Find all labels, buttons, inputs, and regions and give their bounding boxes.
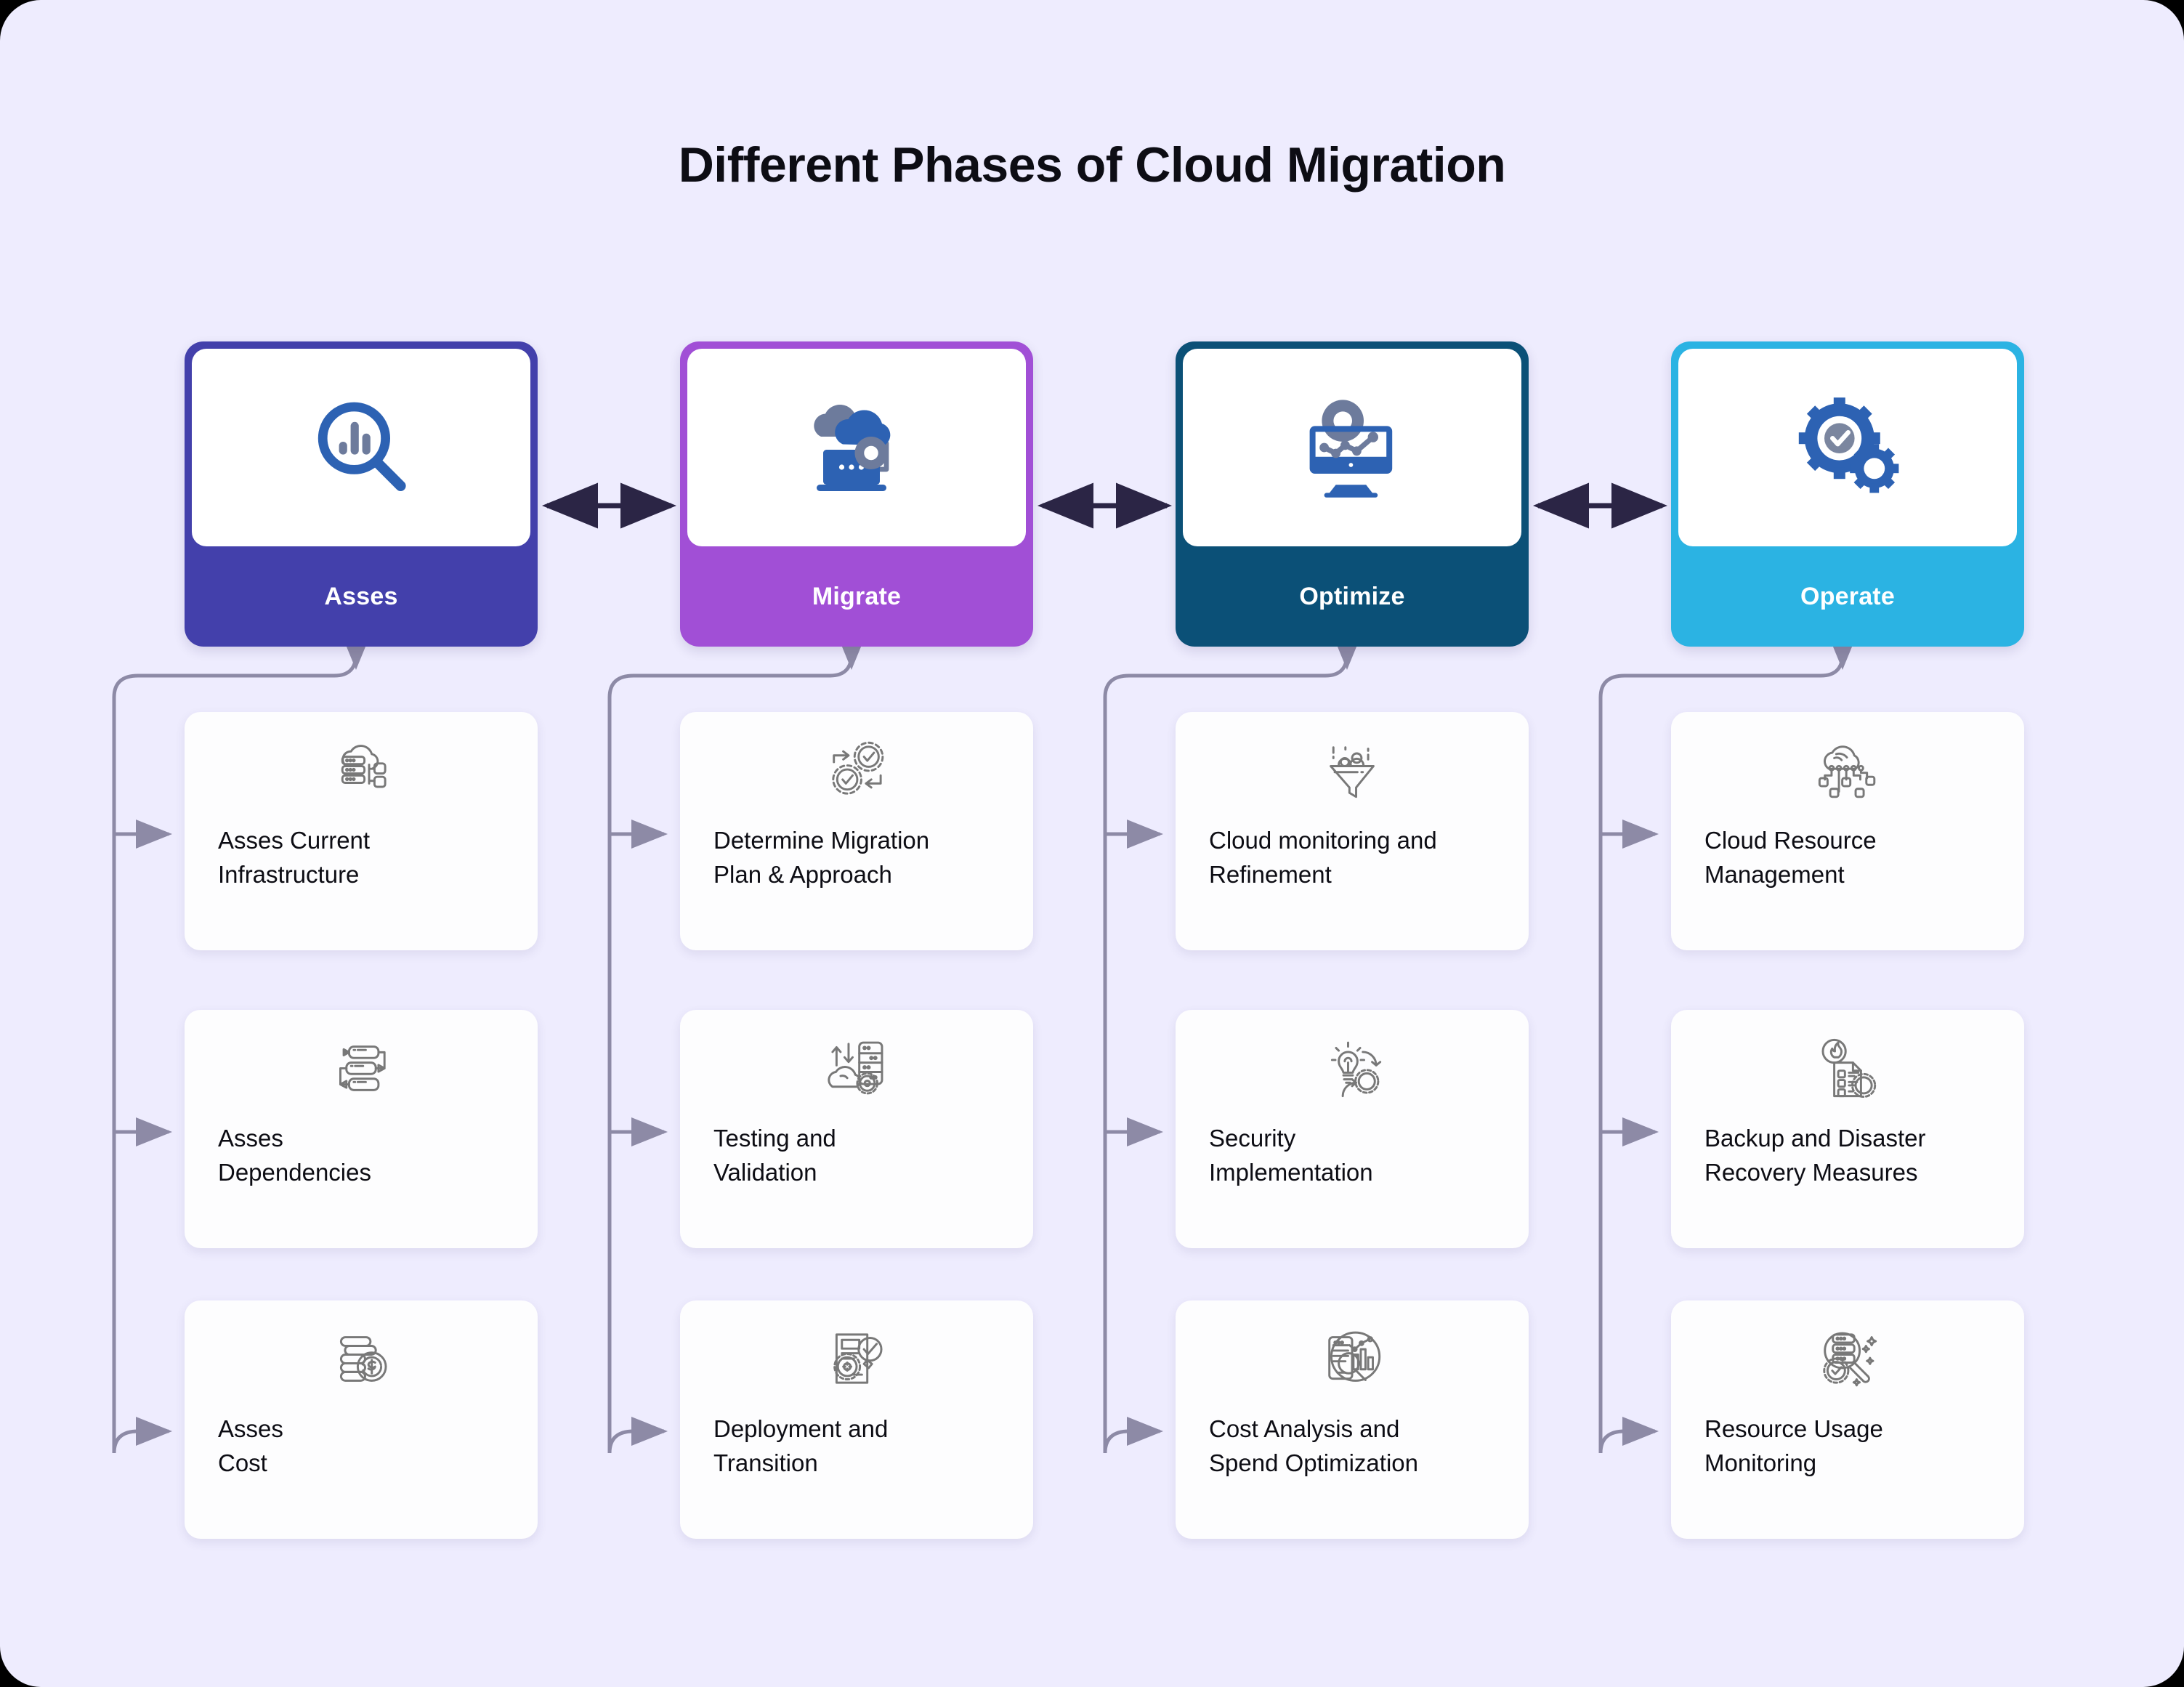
coins-dollar-icon [328, 1324, 395, 1393]
phase-icon-panel [192, 349, 530, 546]
infographic-page: Different Phases of Cloud Migration Asse… [0, 0, 2184, 1687]
step-card[interactable]: Deployment and Transition [680, 1300, 1033, 1539]
step-card[interactable]: Asses Cost [185, 1300, 538, 1539]
cloud-server-infrastructure-icon [328, 735, 395, 805]
phase-icon-panel [1678, 349, 2017, 546]
step-card[interactable]: Resource Usage Monitoring [1671, 1300, 2024, 1539]
document-gear-magnifier-check-icon [823, 1324, 890, 1393]
lightbulb-gear-cycle-icon [1319, 1033, 1386, 1103]
phase-card-optimize[interactable]: Optimize [1176, 341, 1529, 647]
phase-label: Operate [1800, 582, 1895, 610]
dependency-flow-icon [328, 1033, 395, 1103]
step-label: Resource Usage Monitoring [1704, 1415, 1883, 1476]
server-magnifier-badge-icon [1814, 1324, 1881, 1393]
step-label: Asses Cost [218, 1415, 283, 1476]
phase-label: Migrate [812, 582, 902, 610]
monitor-chart-gear-icon [1294, 389, 1410, 506]
phase-icon-panel [687, 349, 1026, 546]
funnel-filter-icon [1319, 735, 1386, 805]
magnifier-bar-chart-icon [303, 389, 419, 506]
step-card[interactable]: Asses Dependencies [185, 1010, 538, 1248]
step-card[interactable]: Backup and Disaster Recovery Measures [1671, 1010, 2024, 1248]
step-card[interactable]: Cloud monitoring and Refinement [1176, 712, 1529, 950]
phase-column-migrate: Migrate Determine Migration Plan & Appro… [680, 341, 1033, 1539]
phase-card-asses[interactable]: Asses [185, 341, 538, 647]
step-label: Deployment and Transition [713, 1415, 889, 1476]
gears-check-arrows-icon [823, 735, 890, 805]
gears-check-badge-icon [1789, 389, 1906, 506]
step-card[interactable]: Testing and Validation [680, 1010, 1033, 1248]
step-card[interactable]: Cost Analysis and Spend Optimization [1176, 1300, 1529, 1539]
step-card[interactable]: Cloud Resource Management [1671, 712, 2024, 950]
phase-card-operate[interactable]: Operate [1671, 341, 2024, 647]
step-card[interactable]: Determine Migration Plan & Approach [680, 712, 1033, 950]
cloud-network-nodes-icon [1814, 735, 1881, 805]
phase-column-asses: Asses Asses Current Infrastructure Asses… [185, 341, 538, 1539]
cloud-laptop-gear-icon [797, 389, 917, 506]
step-card[interactable]: Asses Current Infrastructure [185, 712, 538, 950]
step-label: Cloud monitoring and Refinement [1209, 827, 1437, 888]
step-card[interactable]: Security Implementation [1176, 1010, 1529, 1248]
phase-label: Asses [324, 582, 398, 610]
step-label: Backup and Disaster Recovery Measures [1704, 1125, 1926, 1186]
phase-icon-panel [1183, 349, 1521, 546]
step-label: Asses Current Infrastructure [218, 827, 371, 888]
phase-column-optimize: Optimize Cloud monitoring and Refinement [1176, 341, 1529, 1539]
phase-column-operate: Operate Cloud Resource Management Backup… [1671, 341, 2024, 1539]
step-label: Cloud Resource Management [1704, 827, 1877, 888]
page-title: Different Phases of Cloud Migration [678, 137, 1506, 193]
step-label: Asses Dependencies [218, 1125, 371, 1186]
step-label: Security Implementation [1209, 1125, 1373, 1186]
fire-checklist-gear-icon [1814, 1033, 1881, 1103]
step-label: Testing and Validation [713, 1125, 836, 1186]
phase-label: Optimize [1299, 582, 1405, 610]
server-cloud-transfer-icon [823, 1033, 890, 1103]
step-label: Cost Analysis and Spend Optimization [1209, 1415, 1418, 1476]
mobile-analytics-magnifier-icon [1319, 1324, 1386, 1393]
step-label: Determine Migration Plan & Approach [713, 827, 930, 888]
phase-card-migrate[interactable]: Migrate [680, 341, 1033, 647]
